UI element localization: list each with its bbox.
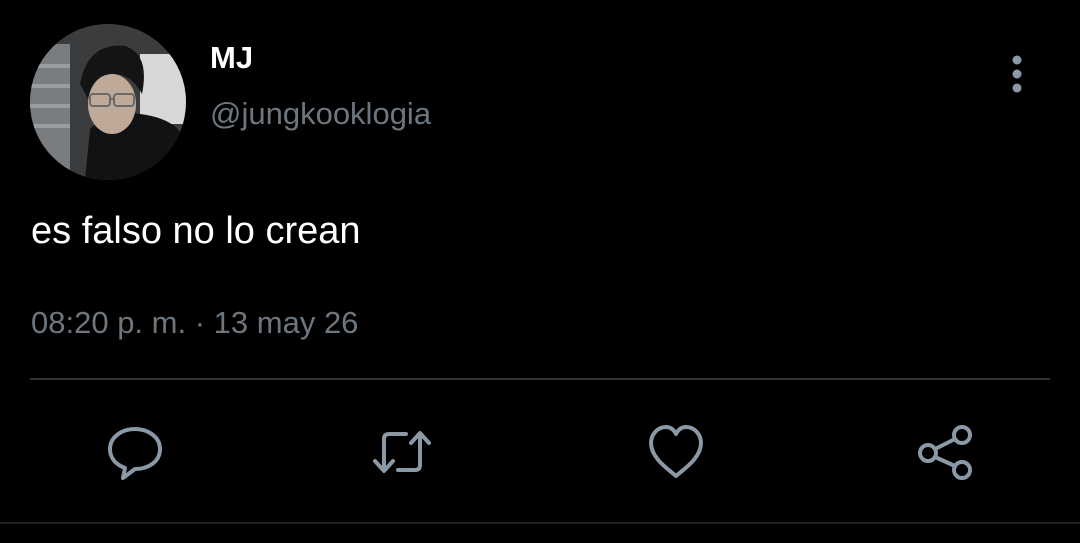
timestamp-separator: · bbox=[194, 305, 206, 340]
avatar[interactable] bbox=[30, 24, 186, 180]
retweet-button[interactable] bbox=[372, 422, 432, 482]
tweet-text: es falso no lo crean bbox=[31, 210, 361, 252]
avatar-photo bbox=[30, 24, 186, 180]
tweet-timestamp: 08:20 p. m. · 13 may 26 bbox=[31, 304, 358, 342]
heart-icon bbox=[649, 425, 703, 478]
reply-button[interactable] bbox=[105, 422, 165, 482]
bottom-divider bbox=[0, 522, 1080, 524]
tweet-date: 13 may 26 bbox=[213, 305, 359, 340]
tweet-time: 08:20 p. m. bbox=[31, 305, 187, 340]
more-vertical-icon bbox=[1012, 55, 1022, 93]
comment-icon bbox=[108, 427, 162, 480]
more-options-button[interactable] bbox=[998, 52, 1036, 98]
display-name[interactable]: MJ bbox=[210, 40, 253, 76]
retweet-icon bbox=[373, 431, 431, 473]
like-button[interactable] bbox=[646, 422, 706, 482]
tweet-detail: MJ @jungkooklogia es falso no lo crean 0… bbox=[0, 0, 1080, 543]
share-icon bbox=[918, 425, 972, 480]
user-handle[interactable]: @jungkooklogia bbox=[210, 96, 431, 132]
divider bbox=[30, 378, 1050, 380]
share-button[interactable] bbox=[915, 422, 975, 482]
